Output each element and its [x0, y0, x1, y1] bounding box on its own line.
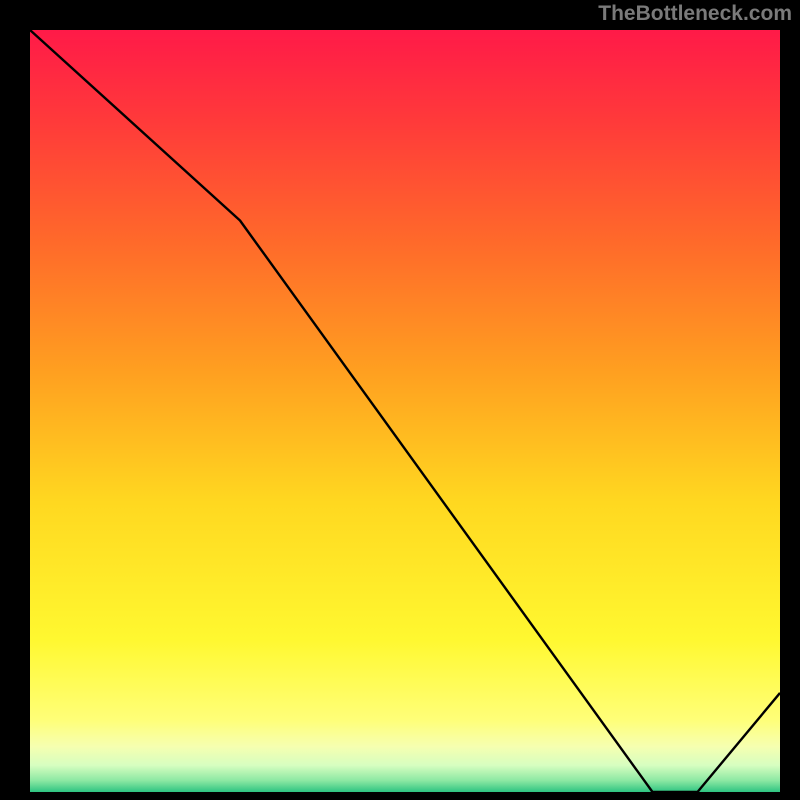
bottleneck-chart: [0, 0, 800, 800]
watermark-text: TheBottleneck.com: [598, 2, 792, 26]
plot-background: [30, 30, 780, 792]
